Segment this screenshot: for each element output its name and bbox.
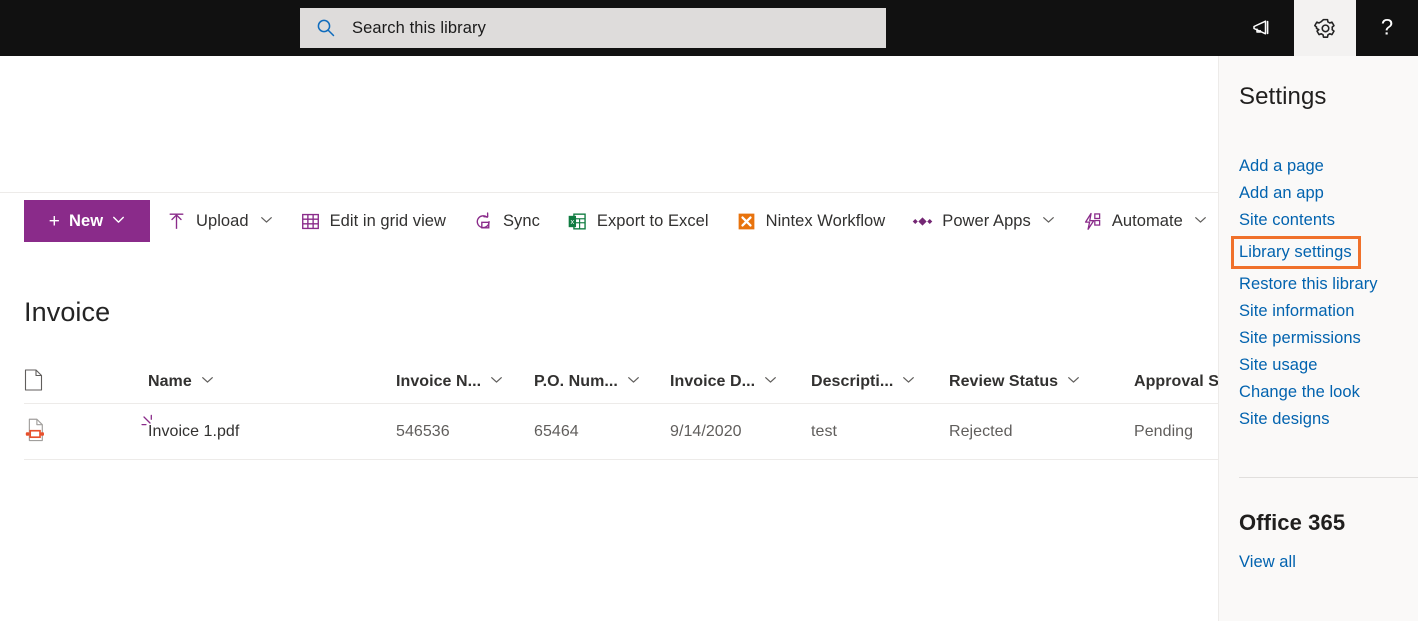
column-header-invoice-number[interactable]: Invoice N... [396, 360, 503, 404]
chevron-down-icon [902, 373, 915, 391]
chevron-down-icon [112, 212, 125, 231]
row-description-cell: test [811, 423, 837, 440]
chevron-down-icon [201, 373, 214, 391]
new-button[interactable]: + New [24, 200, 150, 242]
row-review-status-cell: Rejected [949, 423, 1013, 440]
column-label: Name [148, 373, 192, 390]
suite-bar: Search this library ? [0, 0, 1418, 56]
edit-in-grid-view-command[interactable]: Edit in grid view [289, 200, 457, 242]
new-button-label: New [68, 211, 104, 230]
automate-command[interactable]: Automate [1071, 200, 1218, 242]
upload-command[interactable]: Upload [155, 200, 284, 242]
office365-section-title: Office 365 [1239, 510, 1346, 535]
command-bar: + New Upload Edit in grid view Sync x Ex… [24, 200, 1218, 242]
row-name-cell[interactable]: Invoice 1.pdf [141, 404, 239, 460]
settings-link-view-all[interactable]: View all [1239, 549, 1418, 576]
settings-panel-divider [1239, 477, 1418, 478]
new-item-sparkle-icon [139, 412, 155, 433]
chevron-down-icon [1042, 212, 1055, 231]
list-header-row: Name Invoice N... P.O. Num... Invoice D.… [24, 360, 1219, 404]
excel-icon: x [567, 211, 588, 232]
chevron-down-icon [764, 373, 777, 391]
upload-label: Upload [196, 211, 249, 230]
sharepoint-library-page: Search this library ? + New Upload Edit … [0, 0, 1418, 621]
settings-panel-title: Settings [1239, 83, 1327, 110]
sync-command[interactable]: Sync [462, 200, 551, 242]
upload-icon [166, 211, 187, 232]
chevron-down-icon [490, 373, 503, 391]
file-name-link[interactable]: Invoice 1.pdf [148, 423, 239, 441]
search-placeholder: Search this library [352, 18, 486, 37]
settings-link-add-a-page[interactable]: Add a page [1239, 153, 1418, 180]
column-header-approval-status[interactable]: Approval S [1134, 360, 1219, 404]
row-approval-status-cell: Pending [1134, 423, 1194, 440]
file-type-icon [24, 368, 43, 396]
column-file-type[interactable] [24, 360, 72, 404]
search-input[interactable]: Search this library [300, 8, 886, 48]
settings-link-site-usage[interactable]: Site usage [1239, 352, 1418, 379]
column-header-name[interactable]: Name [148, 360, 214, 404]
row-po-number-cell: 65464 [534, 423, 579, 440]
automate-label: Automate [1111, 211, 1183, 230]
column-label: Invoice N... [396, 373, 482, 390]
settings-links-list: Add a page Add an app Site contents Libr… [1231, 153, 1418, 433]
column-label: Descripti... [811, 373, 894, 390]
chevron-down-icon [627, 373, 640, 391]
settings-panel: Settings Add a page Add an app Site cont… [1218, 56, 1418, 621]
megaphone-icon [1250, 15, 1276, 41]
edit-in-grid-view-label: Edit in grid view [329, 211, 446, 230]
gear-icon [1312, 15, 1339, 42]
column-header-review-status[interactable]: Review Status [949, 360, 1080, 404]
settings-link-change-the-look[interactable]: Change the look [1239, 379, 1418, 406]
column-label: Invoice D... [670, 373, 756, 390]
column-header-po-number[interactable]: P.O. Num... [534, 360, 640, 404]
export-to-excel-label: Export to Excel [596, 211, 709, 230]
help-button[interactable]: ? [1356, 0, 1418, 56]
chevron-down-icon [260, 212, 273, 231]
export-to-excel-command[interactable]: x Export to Excel [556, 200, 720, 242]
settings-link-library-settings[interactable]: Library settings [1231, 236, 1361, 269]
sync-icon [473, 211, 494, 232]
column-label: P.O. Num... [534, 373, 618, 390]
sync-label: Sync [503, 211, 540, 230]
search-icon [316, 18, 336, 38]
power-apps-command[interactable]: Power Apps [901, 200, 1066, 242]
settings-link-site-contents[interactable]: Site contents [1239, 207, 1418, 234]
settings-link-restore-this-library[interactable]: Restore this library [1239, 271, 1418, 298]
nintex-icon [736, 211, 757, 232]
pdf-file-icon [24, 418, 46, 447]
svg-text:?: ? [1381, 15, 1393, 40]
row-invoice-number-cell: 546536 [396, 423, 450, 440]
megaphone-button[interactable] [1232, 0, 1294, 56]
chevron-down-icon [1194, 212, 1207, 231]
settings-link-site-designs[interactable]: Site designs [1239, 406, 1418, 433]
power-apps-label: Power Apps [942, 211, 1031, 230]
powerapps-icon [912, 211, 933, 232]
settings-link-site-permissions[interactable]: Site permissions [1239, 325, 1418, 352]
nintex-workflow-command[interactable]: Nintex Workflow [725, 200, 897, 242]
settings-gear-button[interactable] [1294, 0, 1356, 56]
chevron-down-icon [1067, 373, 1080, 391]
nintex-workflow-label: Nintex Workflow [765, 211, 886, 230]
page-title: Invoice [24, 297, 111, 327]
table-row[interactable]: Invoice 1.pdf 546536 65464 9/14/2020 tes… [24, 404, 1218, 460]
svg-text:x: x [570, 216, 574, 225]
row-invoice-date-cell: 9/14/2020 [670, 423, 742, 440]
document-list: Name Invoice N... P.O. Num... Invoice D.… [0, 360, 1219, 460]
grid-icon [300, 211, 321, 232]
column-label: Approval S [1134, 373, 1219, 390]
row-file-icon-cell [24, 404, 72, 460]
help-icon: ? [1374, 15, 1400, 41]
column-label: Review Status [949, 373, 1059, 390]
command-bar-divider [0, 192, 1218, 193]
column-header-description[interactable]: Descripti... [811, 360, 915, 404]
settings-link-add-an-app[interactable]: Add an app [1239, 180, 1418, 207]
column-header-invoice-date[interactable]: Invoice D... [670, 360, 777, 404]
automate-icon [1082, 211, 1103, 232]
suite-actions: ? [1232, 0, 1418, 56]
settings-link-site-information[interactable]: Site information [1239, 298, 1418, 325]
plus-icon: + [48, 210, 60, 232]
